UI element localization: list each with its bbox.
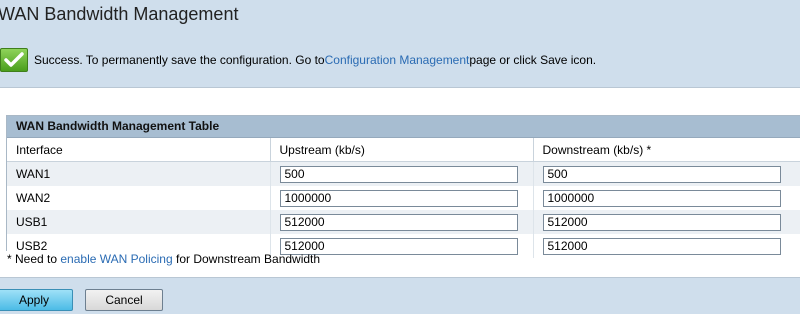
success-message: Success. To permanently save the configu… bbox=[0, 48, 596, 72]
interface-name: USB1 bbox=[7, 210, 271, 234]
footnote-prefix: * Need to bbox=[7, 252, 61, 266]
page-title: WAN Bandwidth Management bbox=[0, 4, 239, 24]
upstream-input-wan2[interactable] bbox=[279, 189, 518, 207]
table-row-wan1: WAN1 bbox=[7, 161, 800, 186]
downstream-cell bbox=[533, 210, 800, 234]
upstream-input-wan1[interactable] bbox=[279, 165, 518, 183]
cancel-button[interactable]: Cancel bbox=[85, 289, 163, 311]
apply-button[interactable]: Apply bbox=[0, 289, 73, 311]
downstream-input-wan1[interactable] bbox=[542, 165, 781, 183]
downstream-cell bbox=[533, 161, 800, 186]
button-bar: Apply Cancel bbox=[0, 277, 800, 314]
table-title: WAN Bandwidth Management Table bbox=[7, 116, 800, 138]
upstream-cell bbox=[270, 210, 534, 234]
success-text-prefix: Success. To permanently save the configu… bbox=[34, 53, 325, 67]
configuration-management-link[interactable]: Configuration Management bbox=[325, 53, 470, 67]
table-row-wan2: WAN2 bbox=[7, 186, 800, 210]
success-text-suffix: page or click Save icon. bbox=[469, 53, 597, 67]
column-header-downstream: Downstream (kb/s) * bbox=[533, 138, 800, 162]
downstream-cell bbox=[533, 234, 800, 258]
table-header-row: Interface Upstream (kb/s) Downstream (kb… bbox=[7, 138, 800, 162]
column-header-upstream: Upstream (kb/s) bbox=[270, 138, 534, 162]
interface-name: WAN2 bbox=[7, 186, 271, 210]
footnote-suffix: for Downstream Bandwidth bbox=[172, 252, 321, 266]
downstream-cell bbox=[533, 186, 800, 210]
table-row-usb1: USB1 bbox=[7, 210, 800, 234]
footnote: * Need to enable WAN Policing for Downst… bbox=[7, 252, 320, 266]
downstream-input-wan2[interactable] bbox=[542, 189, 781, 207]
interface-name: WAN1 bbox=[7, 161, 271, 186]
upstream-cell bbox=[270, 186, 534, 210]
downstream-input-usb2[interactable] bbox=[542, 237, 781, 255]
enable-wan-policing-link[interactable]: enable WAN Policing bbox=[60, 252, 172, 266]
header-band: WAN Bandwidth Management Success. To per… bbox=[0, 0, 800, 88]
upstream-input-usb1[interactable] bbox=[279, 213, 518, 231]
check-icon bbox=[0, 48, 28, 72]
bandwidth-table-panel: WAN Bandwidth Management Table Interface… bbox=[6, 115, 800, 258]
downstream-input-usb1[interactable] bbox=[542, 213, 781, 231]
bandwidth-table: Interface Upstream (kb/s) Downstream (kb… bbox=[7, 138, 800, 258]
column-header-interface: Interface bbox=[7, 138, 271, 162]
upstream-cell bbox=[270, 161, 534, 186]
